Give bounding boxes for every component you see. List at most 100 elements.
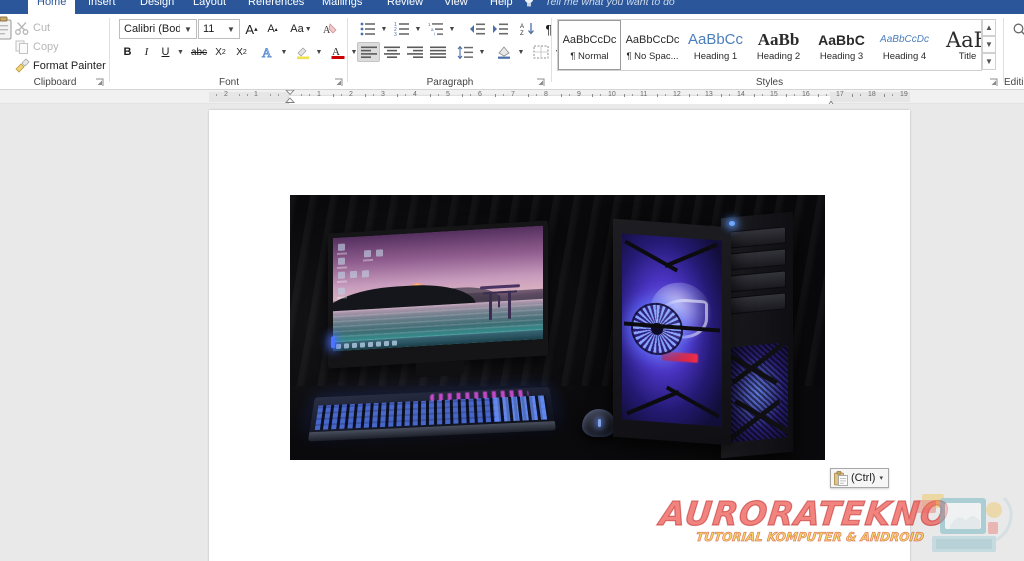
borders-button[interactable] [530, 42, 552, 62]
style-item-no-spacing[interactable]: AaBbCcDc ¶ No Spac... [621, 20, 684, 70]
shading-dropdown[interactable]: ▼ [515, 42, 526, 62]
ruler-tick-2L: 2 [224, 91, 228, 98]
tab-design[interactable]: Design [131, 0, 183, 14]
styles-gallery[interactable]: AaBbCcDc ¶ Normal AaBbCcDc ¶ No Spac... … [557, 19, 982, 71]
increase-indent-button[interactable] [488, 19, 511, 39]
tab-insert[interactable]: Insert [79, 0, 125, 14]
tell-me-search-box[interactable]: Tell me what you want to do [545, 0, 675, 14]
tab-view[interactable]: View [435, 0, 477, 14]
numbering-dropdown[interactable]: ▼ [412, 19, 423, 39]
group-label-font: Font [218, 77, 239, 88]
tab-home[interactable]: Home [28, 0, 76, 14]
pc-tower [613, 211, 793, 459]
paragraph-dialog-launcher[interactable] [536, 78, 545, 87]
text-effects-button[interactable]: A [257, 42, 278, 62]
multilevel-list-dropdown[interactable]: ▼ [446, 19, 457, 39]
document-page[interactable]: (Ctrl) ▾ [209, 110, 910, 561]
subscript-button[interactable]: X2 [210, 42, 231, 62]
style-item-title[interactable]: AaB Title [936, 20, 981, 70]
group-label-editing: Editing [1004, 77, 1024, 88]
bullets-dropdown[interactable]: ▼ [378, 19, 389, 39]
numbering-button[interactable]: 123 [392, 19, 412, 39]
clear-formatting-button[interactable]: A [319, 19, 341, 39]
ruler-tick-6: 6 [478, 91, 482, 98]
style-item-heading-1[interactable]: AaBbCc Heading 1 [684, 20, 747, 70]
find-icon[interactable] [1012, 22, 1024, 38]
style-preview: AaBbCcDc [880, 33, 929, 45]
justify-button[interactable] [426, 42, 449, 62]
change-case-button[interactable]: Aa ▼ [287, 19, 315, 39]
font-size-combo[interactable]: 11 ▼ [198, 19, 240, 39]
style-item-normal[interactable]: AaBbCcDc ¶ Normal [558, 20, 621, 70]
document-canvas[interactable]: (Ctrl) ▾ [0, 104, 1024, 561]
style-item-heading-4[interactable]: AaBbCcDc Heading 4 [873, 20, 936, 70]
style-preview: AaBb [757, 29, 800, 49]
tab-layout[interactable]: Layout [184, 0, 235, 14]
style-name: Heading 1 [693, 50, 738, 62]
align-center-button[interactable] [380, 42, 403, 62]
font-dialog-launcher[interactable] [334, 78, 343, 87]
monitor-screen [333, 225, 543, 352]
ribbon-group-styles: AaBbCcDc ¶ Normal AaBbCcDc ¶ No Spac... … [552, 14, 1004, 90]
ribbon-group-editing: Editing [1004, 14, 1024, 90]
tab-references[interactable]: References [239, 0, 313, 14]
styles-scroll-down-button[interactable]: ▼ [982, 36, 996, 53]
chevron-down-icon[interactable]: ▼ [223, 20, 239, 38]
style-item-heading-2[interactable]: AaBb Heading 2 [747, 20, 810, 70]
copy-icon [14, 39, 30, 55]
sort-button[interactable]: AZ [517, 19, 539, 39]
multilevel-list-button[interactable]: 1ai [426, 19, 446, 39]
align-left-button[interactable] [357, 42, 380, 62]
bold-button[interactable]: B [118, 42, 137, 62]
styles-more-button[interactable]: ▼ [982, 53, 996, 70]
style-preview: AaBbCcDc [562, 33, 617, 46]
grow-font-button[interactable]: A ▴ [241, 19, 262, 39]
desktop-pc-photo[interactable] [290, 195, 825, 460]
superscript-button[interactable]: X2 [231, 42, 252, 62]
font-size-value: 11 [203, 23, 215, 35]
underline-dropdown[interactable]: ▼ [174, 42, 186, 62]
line-spacing-dropdown[interactable]: ▼ [476, 42, 487, 62]
torii-gate-wallpaper [480, 283, 520, 320]
text-highlight-button[interactable] [292, 42, 313, 62]
ribbon: Cut Copy Format Painter Clipboard Calibr… [0, 14, 1024, 90]
decrease-indent-button[interactable] [465, 19, 488, 39]
line-spacing-button[interactable] [454, 42, 476, 62]
shading-button[interactable] [493, 42, 515, 62]
font-color-button[interactable]: A [327, 42, 348, 62]
align-right-button[interactable] [403, 42, 426, 62]
text-highlight-dropdown[interactable]: ▼ [313, 42, 324, 62]
ruler-tick-8: 8 [544, 91, 548, 98]
strikethrough-button[interactable]: abc [188, 42, 210, 62]
ruler-tick-17: 17 [836, 91, 844, 98]
format-painter-button[interactable]: Format Painter [14, 57, 106, 75]
style-preview: AaB [945, 27, 981, 52]
tab-mailings[interactable]: Mailings [313, 0, 371, 14]
tab-review[interactable]: Review [378, 0, 432, 14]
styles-scroll-up-button[interactable]: ▲ [982, 19, 996, 36]
chevron-down-icon[interactable]: ▼ [180, 20, 196, 38]
styles-dialog-launcher[interactable] [989, 78, 998, 87]
shrink-font-button[interactable]: A ▴ [262, 19, 283, 39]
style-item-heading-3[interactable]: AaBbC Heading 3 [810, 20, 873, 70]
cut-button[interactable]: Cut [14, 19, 50, 37]
ruler-tick-14: 14 [737, 91, 745, 98]
clipboard-dialog-launcher[interactable] [95, 78, 104, 87]
text-effects-dropdown[interactable]: ▼ [278, 42, 289, 62]
ruler-tick-11: 11 [640, 91, 648, 98]
group-label-paragraph: Paragraph [426, 77, 474, 88]
horizontal-ruler[interactable]: 2 1 1 2 3 4 5 6 7 8 9 10 11 12 13 14 15 … [0, 89, 1024, 561]
font-name-combo[interactable]: Calibri (Body ▼ [119, 19, 197, 39]
ruler-left-margin[interactable] [209, 92, 289, 102]
ruler-tick-19: 19 [900, 91, 908, 98]
chevron-down-icon[interactable]: ▾ [879, 475, 883, 482]
paste-options-button[interactable]: (Ctrl) ▾ [830, 468, 889, 488]
tab-help[interactable]: Help [481, 0, 522, 14]
bullets-button[interactable] [358, 19, 378, 39]
paste-button[interactable] [0, 16, 14, 60]
style-name: Title [958, 50, 977, 62]
copy-button[interactable]: Copy [14, 38, 59, 56]
italic-button[interactable]: I [137, 42, 156, 62]
monitor [328, 220, 548, 378]
underline-button[interactable]: U [156, 42, 175, 62]
